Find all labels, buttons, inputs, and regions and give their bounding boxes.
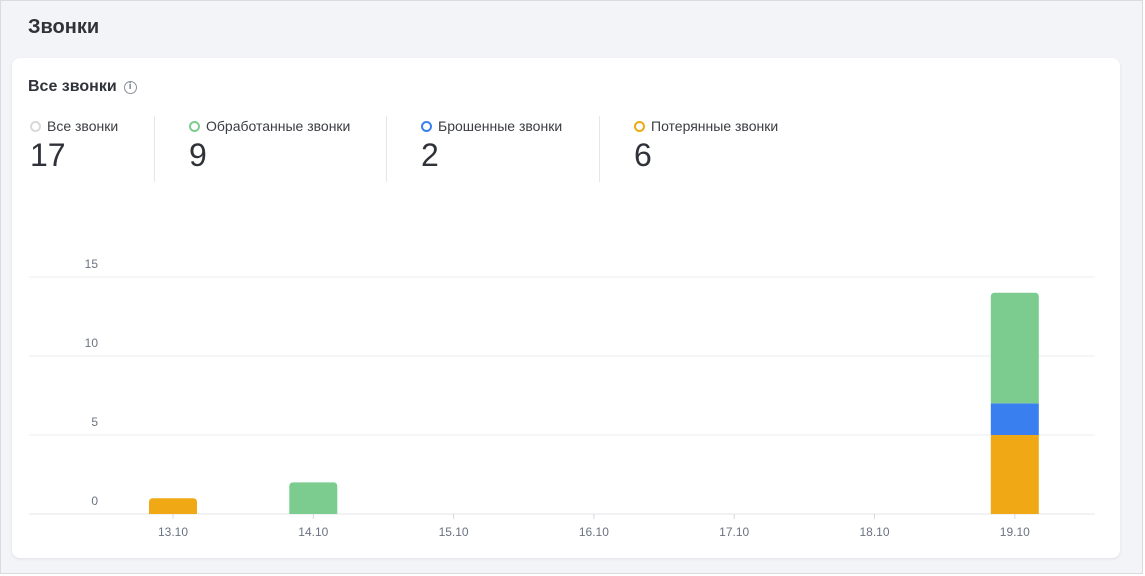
y-tick-label: 10: [85, 336, 99, 350]
x-tick-label: 13.10: [158, 525, 188, 539]
y-tick-label: 0: [91, 494, 98, 508]
x-tick-label: 16.10: [579, 525, 609, 539]
x-tick-label: 17.10: [719, 525, 749, 539]
x-tick-label: 19.10: [1000, 525, 1030, 539]
bar-segment: [990, 403, 1039, 435]
bar-segment: [289, 482, 338, 514]
x-tick-label: 14.10: [298, 525, 328, 539]
x-tick-label: 18.10: [859, 525, 889, 539]
bar-segment: [990, 292, 1039, 404]
bar-segment: [990, 435, 1039, 514]
y-tick-label: 5: [91, 415, 98, 429]
x-tick-label: 15.10: [439, 525, 469, 539]
y-tick-label: 15: [85, 257, 99, 271]
dashboard-frame: Звонки Все звонки i Все звонки 17 Обрабо…: [0, 0, 1143, 574]
bar-segment: [149, 498, 197, 514]
calls-bar-chart: 0 5 10 15 13.10 14.10 15.10 16.10 17.10 18.10 19.1…: [29, 257, 1095, 539]
